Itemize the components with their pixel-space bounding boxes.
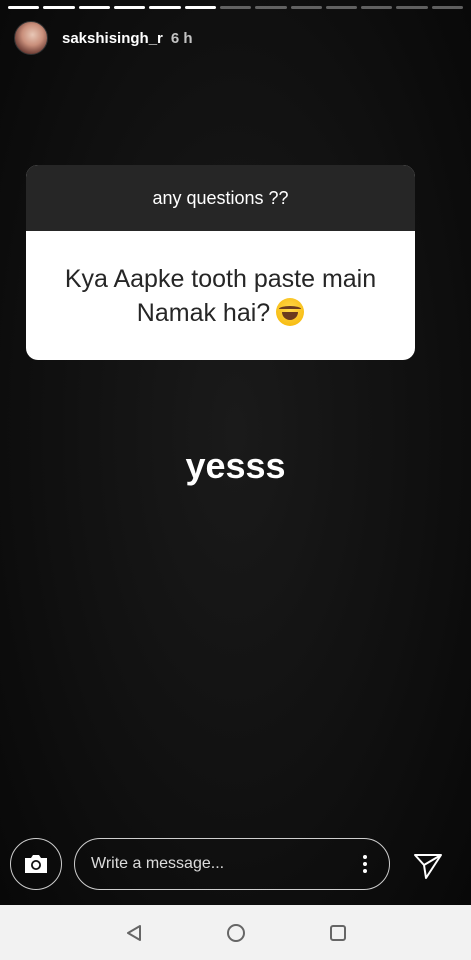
laughing-emoji-icon — [276, 297, 305, 326]
more-vertical-icon — [363, 855, 367, 873]
story-progress-segment — [113, 6, 146, 9]
story-progress-segment — [361, 6, 393, 9]
send-button[interactable] — [410, 848, 446, 884]
send-icon — [414, 854, 442, 879]
story-progress-segment — [396, 6, 428, 9]
question-prompt: any questions ?? — [26, 165, 415, 231]
story-progress-segment — [78, 6, 110, 9]
home-circle-icon — [226, 923, 245, 942]
message-input[interactable] — [91, 855, 355, 873]
answer-text: yesss — [185, 445, 286, 486]
story-progress-segment — [149, 6, 181, 9]
story-progress-segment — [431, 6, 464, 9]
camera-button[interactable] — [10, 838, 62, 890]
question-sticker: any questions ?? Kya Aapke tooth paste m… — [26, 165, 415, 360]
back-triangle-icon — [126, 924, 141, 941]
story-progress-segment — [325, 6, 358, 9]
story-progress-segment — [43, 6, 75, 9]
avatar[interactable] — [14, 21, 48, 55]
story-progress-segment — [290, 6, 322, 9]
nav-back-button[interactable] — [118, 917, 150, 949]
story-progress-segment — [8, 6, 40, 9]
nav-home-button[interactable] — [220, 917, 252, 949]
story-progress-segment — [219, 6, 252, 9]
recents-square-icon — [329, 924, 346, 941]
story-screen: sakshisingh_r 6 h any questions ?? Kya A… — [0, 0, 471, 960]
android-nav-bar — [0, 905, 471, 960]
nav-recents-button[interactable] — [322, 917, 354, 949]
more-options-button[interactable] — [355, 849, 375, 879]
question-body: Kya Aapke tooth paste main Namak hai? — [26, 231, 415, 360]
username[interactable]: sakshisingh_r — [62, 30, 163, 47]
camera-icon — [25, 855, 47, 873]
question-text: Kya Aapke tooth paste main Namak hai? — [64, 264, 377, 327]
story-progress — [8, 6, 464, 9]
time-ago: 6 h — [170, 29, 193, 47]
story-header: sakshisingh_r 6 h — [14, 20, 457, 56]
story-progress-segment — [184, 6, 216, 9]
message-field[interactable] — [74, 838, 390, 890]
story-progress-segment — [255, 6, 287, 9]
